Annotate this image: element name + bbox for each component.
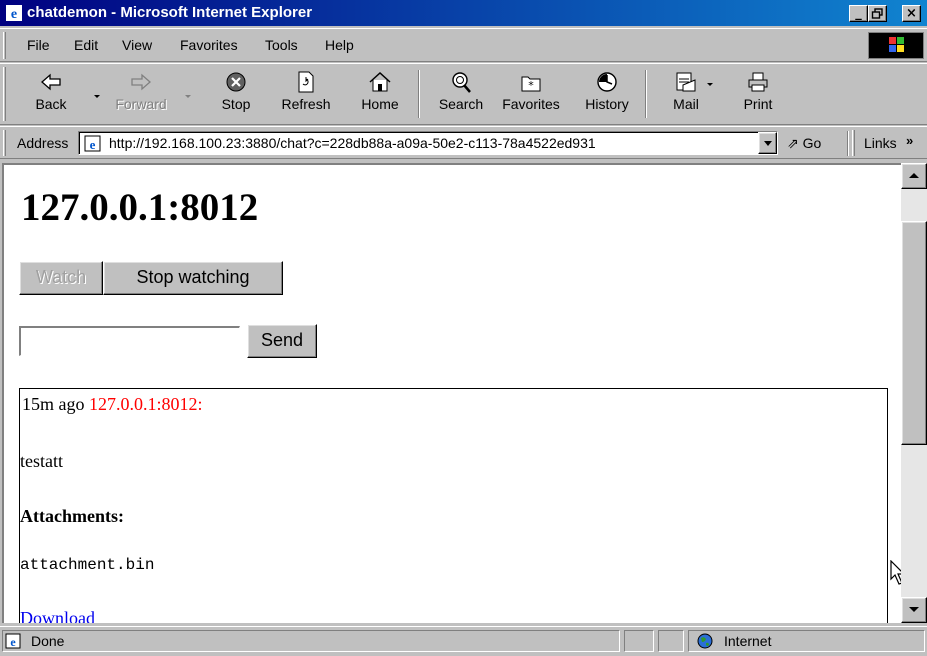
watch-button[interactable]: Watch: [19, 261, 103, 295]
windows-logo-icon: [868, 32, 924, 59]
forward-arrow-icon: [131, 73, 151, 91]
menu-grip[interactable]: [3, 32, 6, 59]
message-header: 15m ago 127.0.0.1:8012:: [22, 394, 203, 415]
toolbar-grip[interactable]: [3, 67, 6, 121]
download-link[interactable]: Download: [20, 608, 95, 623]
back-button[interactable]: Back: [21, 66, 81, 122]
back-arrow-icon: [41, 73, 61, 91]
message-sender: 127.0.0.1:8012:: [89, 394, 203, 414]
stop-button[interactable]: Stop: [206, 66, 266, 122]
toolbar-separator: [418, 70, 420, 118]
attachments-heading: Attachments:: [20, 506, 124, 526]
ie-logo-icon: e: [6, 5, 22, 22]
favorites-button[interactable]: * Favorites: [501, 66, 561, 122]
mail-dropdown-icon[interactable]: [707, 83, 713, 86]
address-label: Address: [17, 135, 69, 151]
go-arrow-icon: ⇗: [787, 136, 799, 152]
menu-tools[interactable]: Tools: [265, 37, 298, 53]
history-icon: [597, 72, 617, 92]
minimize-button[interactable]: _: [849, 5, 868, 22]
vertical-scrollbar[interactable]: [901, 163, 927, 623]
scroll-up-button[interactable]: [901, 163, 927, 189]
home-icon: [369, 71, 391, 92]
address-input[interactable]: e http://192.168.100.23:3880/chat?c=228d…: [78, 131, 778, 155]
go-button[interactable]: ⇗ Go: [787, 131, 837, 155]
status-panel: [624, 630, 654, 652]
chevron-down-icon: [763, 141, 772, 146]
forward-button[interactable]: Forward: [111, 66, 171, 122]
print-icon: [748, 72, 768, 92]
address-url: http://192.168.100.23:3880/chat?c=228db8…: [109, 135, 596, 151]
send-button[interactable]: Send: [247, 324, 317, 358]
attachment-name: attachment.bin: [20, 556, 155, 574]
menu-bar: File Edit View Favorites Tools Help: [0, 28, 927, 62]
links-button[interactable]: Links: [864, 135, 897, 151]
maximize-button[interactable]: [868, 5, 887, 22]
search-icon: [452, 72, 471, 93]
address-dropdown-button[interactable]: [758, 132, 777, 154]
scroll-thumb[interactable]: [901, 221, 927, 445]
favorites-folder-icon: *: [521, 76, 541, 92]
menu-edit[interactable]: Edit: [74, 37, 98, 53]
close-button[interactable]: ×: [902, 5, 921, 22]
mail-button[interactable]: Mail: [656, 66, 716, 122]
refresh-icon: [298, 71, 314, 93]
refresh-button[interactable]: Refresh: [276, 66, 336, 122]
status-text-panel: e Done: [2, 630, 620, 652]
page-title: 127.0.0.1:8012: [21, 186, 259, 229]
history-button[interactable]: History: [577, 66, 637, 122]
status-panel: [658, 630, 684, 652]
stop-icon: [226, 72, 246, 92]
status-text: Done: [31, 633, 65, 649]
search-button[interactable]: Search: [431, 66, 491, 122]
globe-icon: [697, 633, 713, 649]
menu-help[interactable]: Help: [325, 37, 354, 53]
message-body: testatt: [20, 451, 63, 471]
svg-text:e: e: [11, 7, 17, 22]
security-zone-panel: Internet: [688, 630, 925, 652]
mouse-cursor-icon: [890, 560, 901, 585]
restore-icon: [871, 8, 883, 19]
svg-text:e: e: [90, 137, 96, 152]
window-title: chatdemon - Microsoft Internet Explorer: [27, 4, 313, 21]
stop-watching-button[interactable]: Stop watching: [103, 261, 283, 295]
message-time: 15m ago: [22, 394, 85, 414]
page-content: 127.0.0.1:8012 Watch Stop watching Send …: [2, 163, 901, 623]
mail-icon: [676, 72, 696, 92]
scroll-up-icon: [909, 173, 919, 178]
links-chevron-icon[interactable]: »: [906, 133, 913, 148]
back-dropdown-icon[interactable]: [94, 95, 100, 98]
address-grip[interactable]: [3, 130, 6, 156]
zone-text: Internet: [724, 633, 772, 649]
print-button[interactable]: Print: [728, 66, 788, 122]
scroll-down-icon: [909, 607, 919, 612]
scroll-down-button[interactable]: [901, 597, 927, 623]
address-bar: Address e http://192.168.100.23:3880/cha…: [0, 126, 927, 159]
menu-file[interactable]: File: [27, 37, 50, 53]
menu-view[interactable]: View: [122, 37, 152, 53]
toolbar-separator: [645, 70, 647, 118]
status-bar: e Done Internet: [0, 626, 927, 656]
svg-text:e: e: [10, 635, 16, 649]
message-box: 15m ago 127.0.0.1:8012: testatt Attachme…: [19, 388, 888, 623]
page-status-icon: e: [5, 633, 21, 649]
message-input[interactable]: [19, 326, 240, 356]
toolbar: Back Forward Stop Refresh Home Search * …: [0, 63, 927, 125]
links-grip[interactable]: [852, 130, 855, 156]
menu-favorites[interactable]: Favorites: [180, 37, 238, 53]
home-button[interactable]: Home: [350, 66, 410, 122]
page-icon: e: [84, 135, 101, 152]
forward-dropdown-icon[interactable]: [185, 95, 191, 98]
address-separator: [847, 131, 849, 156]
title-bar[interactable]: e chatdemon - Microsoft Internet Explore…: [0, 0, 927, 26]
minimize-icon: _: [855, 6, 862, 21]
close-icon: ×: [906, 6, 917, 21]
svg-text:*: *: [528, 79, 534, 92]
